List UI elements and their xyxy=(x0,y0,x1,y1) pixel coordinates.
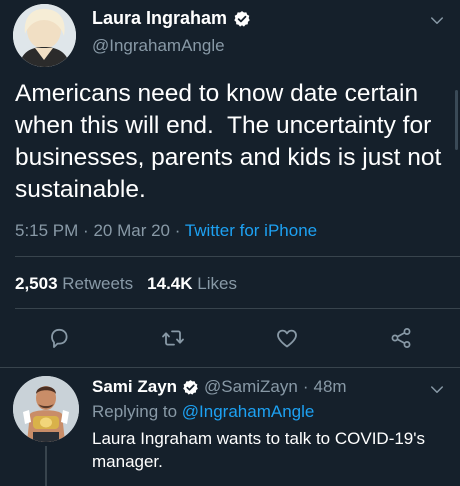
likes-label: Likes xyxy=(197,274,237,293)
author-handle[interactable]: @IngrahamAngle xyxy=(92,36,225,56)
retweets-stat[interactable]: 2,503 Retweets xyxy=(15,274,133,293)
divider xyxy=(15,308,460,309)
tweet-stats: 2,503 Retweets 14.4K Likes xyxy=(15,274,237,294)
author-name-row[interactable]: Laura Ingraham xyxy=(92,8,251,29)
divider xyxy=(0,367,460,368)
chevron-down-icon[interactable] xyxy=(428,12,446,30)
tweet-time: 5:15 PM xyxy=(15,221,79,240)
replying-to-label: Replying to xyxy=(92,402,178,421)
divider xyxy=(15,256,460,257)
likes-count: 14.4K xyxy=(147,274,193,293)
chevron-down-icon[interactable] xyxy=(428,381,446,399)
author-name[interactable]: Laura Ingraham xyxy=(92,8,227,29)
replying-to-mention[interactable]: @IngrahamAngle xyxy=(182,402,315,421)
tweet-source-link[interactable]: Twitter for iPhone xyxy=(185,221,317,240)
retweets-count: 2,503 xyxy=(15,274,58,293)
author-avatar[interactable] xyxy=(13,4,76,67)
like-icon[interactable] xyxy=(275,326,299,350)
verified-badge-icon xyxy=(234,10,250,27)
reply-text: Laura Ingraham wants to talk to COVID-19… xyxy=(92,429,426,471)
likes-stat[interactable]: 14.4K Likes xyxy=(147,274,237,293)
reply-author-name[interactable]: Sami Zayn xyxy=(92,377,177,397)
meta-separator: · xyxy=(302,377,309,396)
scrollbar[interactable] xyxy=(455,90,458,150)
reply-time: 48m xyxy=(313,377,347,396)
share-icon[interactable] xyxy=(389,326,413,350)
meta-separator: · xyxy=(83,221,89,240)
meta-separator: · xyxy=(174,221,181,240)
retweet-icon[interactable] xyxy=(161,326,185,350)
reply-header: Sami Zayn @SamiZayn · 48m xyxy=(92,377,347,397)
reply-author-handle[interactable]: @SamiZayn xyxy=(204,377,298,397)
verified-badge-icon xyxy=(183,379,198,395)
replying-to: Replying to @IngrahamAngle xyxy=(92,402,314,422)
tweet-meta: 5:15 PM · 20 Mar 20 · Twitter for iPhone xyxy=(15,221,317,241)
reply-author-avatar[interactable] xyxy=(13,376,79,442)
thread-line xyxy=(45,446,47,486)
reply-icon[interactable] xyxy=(47,326,71,350)
tweet-date: 20 Mar 20 xyxy=(93,221,170,240)
retweets-label: Retweets xyxy=(62,274,134,293)
tweet-text: Americans need to know date certain when… xyxy=(15,80,449,203)
